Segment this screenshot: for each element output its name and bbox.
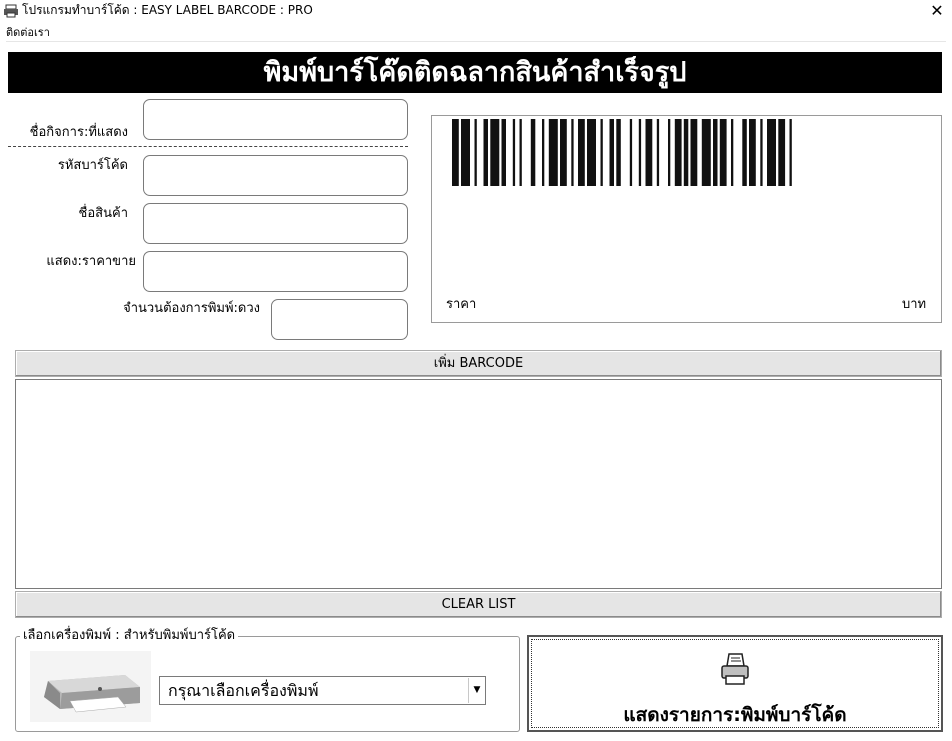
barcode-list[interactable] bbox=[15, 379, 942, 589]
product-name-label: ชื่อสินค้า bbox=[78, 206, 128, 221]
product-name-field[interactable] bbox=[143, 203, 408, 244]
quantity-label: จำนวนต้องการพิมพ์:ดวง bbox=[123, 301, 260, 316]
chevron-down-icon[interactable]: ▼ bbox=[468, 678, 485, 703]
printer-icon bbox=[721, 653, 749, 685]
preview-currency-label: บาท bbox=[902, 297, 927, 312]
price-label: แสดง:ราคาขาย bbox=[46, 254, 136, 269]
preview-price-label: ราคา bbox=[446, 297, 477, 312]
page-title: พิมพ์บาร์โค๊ดติดฉลากสินค้าสำเร็จรูป bbox=[8, 52, 942, 93]
barcode-image bbox=[452, 119, 792, 186]
barcode-label: รหัสบาร์โค้ด bbox=[57, 158, 128, 173]
business-name-field[interactable] bbox=[143, 99, 408, 140]
dashed-divider bbox=[8, 146, 408, 147]
close-icon[interactable]: ✕ bbox=[922, 0, 952, 22]
clear-list-button[interactable]: CLEAR LIST bbox=[15, 591, 942, 618]
printer-group-label: เลือกเครื่องพิมพ์ : สำหรับพิมพ์บาร์โค้ด bbox=[20, 628, 239, 644]
window-title: โปรแกรมทำบาร์โค้ด : EASY LABEL BARCODE :… bbox=[22, 3, 313, 17]
menu-bar bbox=[0, 24, 952, 42]
print-button-label: แสดงรายการ:พิมพ์บาร์โค้ด bbox=[623, 704, 847, 726]
inkjet-printer-image bbox=[30, 651, 151, 722]
printer-select[interactable]: กรุณาเลือกเครื่องพิมพ์ bbox=[159, 676, 486, 705]
price-field[interactable] bbox=[143, 251, 408, 292]
barcode-field[interactable] bbox=[143, 155, 408, 196]
menu-item-contact[interactable]: ติดต่อเรา bbox=[6, 26, 50, 39]
menu-divider bbox=[6, 41, 946, 42]
printer-app-icon bbox=[4, 4, 18, 18]
add-barcode-button[interactable]: เพิ่ม BARCODE bbox=[15, 350, 942, 377]
business-name-label: ชื่อกิจการ:ที่แสดง bbox=[29, 125, 128, 140]
quantity-field[interactable] bbox=[271, 299, 408, 340]
